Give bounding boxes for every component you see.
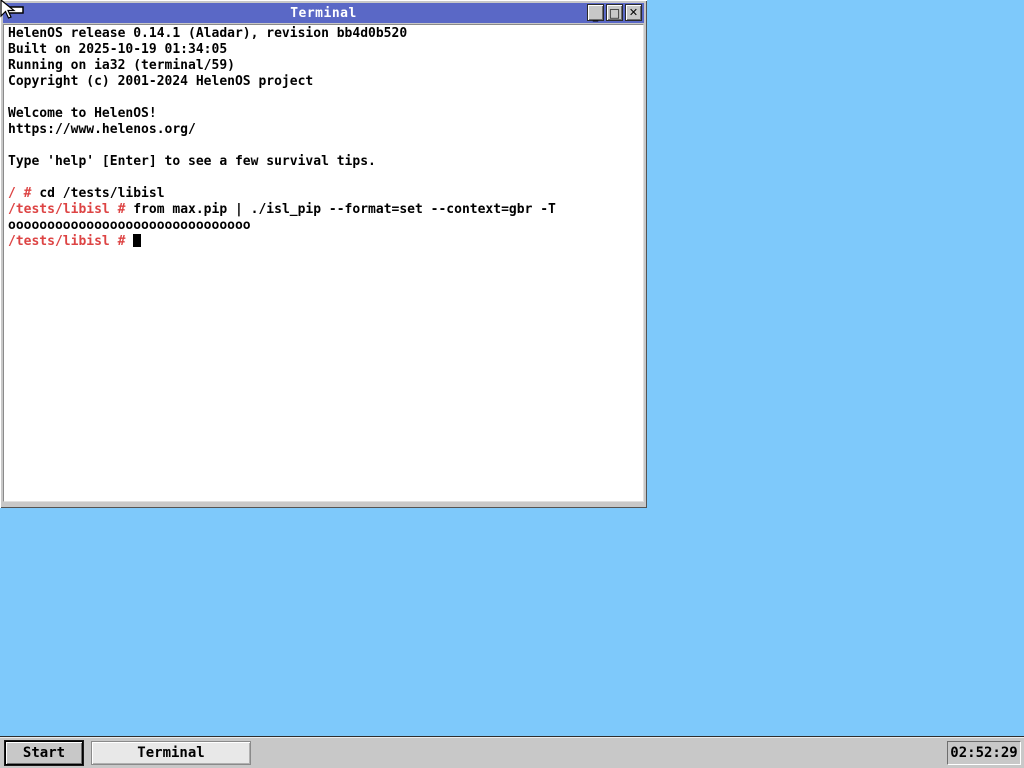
taskbar-clock: 02:52:29 — [947, 741, 1021, 765]
terminal-line: HelenOS release 0.14.1 (Aladar), revisio… — [8, 26, 643, 42]
terminal-window: Terminal _ □ ✕ HelenOS release 0.14.1 (A… — [0, 0, 647, 508]
terminal-line: / # cd /tests/libisl — [8, 186, 643, 202]
window-title: Terminal — [3, 6, 644, 21]
terminal-line: https://www.helenos.org/ — [8, 122, 643, 138]
terminal-line — [8, 138, 643, 154]
minimize-button[interactable]: _ — [587, 4, 604, 21]
minimize-icon: _ — [593, 10, 599, 21]
terminal-line: Copyright (c) 2001-2024 HelenOS project — [8, 74, 643, 90]
maximize-button[interactable]: □ — [606, 4, 623, 21]
window-controls: _ □ ✕ — [587, 4, 642, 21]
window-titlebar[interactable]: Terminal _ □ ✕ — [3, 3, 644, 23]
terminal-line: Built on 2025-10-19 01:34:05 — [8, 42, 643, 58]
terminal-line: /tests/libisl # from max.pip | ./isl_pip… — [8, 202, 643, 218]
terminal-line — [8, 170, 643, 186]
terminal-line: ooooooooooooooooooooooooooooooo — [8, 218, 643, 234]
taskbar-item-terminal[interactable]: Terminal — [91, 741, 251, 765]
text-cursor — [133, 234, 141, 247]
terminal-line — [8, 90, 643, 106]
terminal-line: Running on ia32 (terminal/59) — [8, 58, 643, 74]
maximize-icon: □ — [609, 7, 620, 19]
terminal-line: /tests/libisl # — [8, 234, 643, 250]
close-icon: ✕ — [629, 7, 638, 18]
terminal-screen[interactable]: HelenOS release 0.14.1 (Aladar), revisio… — [3, 24, 644, 502]
terminal-line: Type 'help' [Enter] to see a few surviva… — [8, 154, 643, 170]
close-button[interactable]: ✕ — [625, 4, 642, 21]
taskbar: Start Terminal 02:52:29 — [0, 736, 1024, 768]
start-button[interactable]: Start — [5, 741, 83, 765]
terminal-line: Welcome to HelenOS! — [8, 106, 643, 122]
